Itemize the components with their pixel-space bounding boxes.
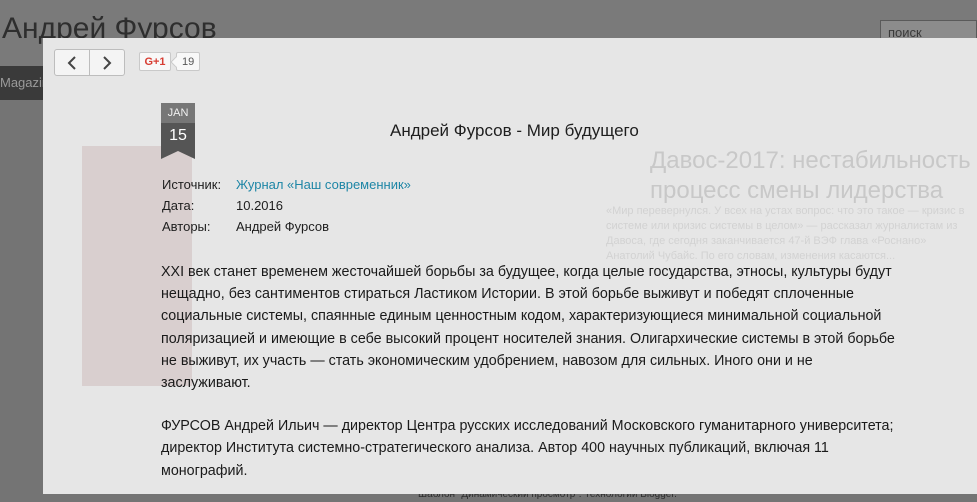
- post-popup: G+1 19 Давос-2017: нестабильность процес…: [43, 38, 977, 494]
- post-title: Андрей Фурсов - Мир будущего: [390, 121, 639, 140]
- meta-value: 10.2016: [236, 198, 283, 213]
- meta-value: Андрей Фурсов: [236, 219, 330, 234]
- meta-label: Авторы:: [162, 219, 211, 234]
- popup-toolbar: G+1 19: [43, 38, 977, 88]
- post-paragraph: XXI век станет временем жесточайшей борь…: [161, 264, 895, 392]
- post-paragraph: ФУРСОВ Андрей Ильич — директор Центра ру…: [161, 418, 894, 479]
- date-month: JAN: [161, 103, 195, 123]
- google-plus-button[interactable]: G+1: [139, 52, 171, 71]
- next-post-button[interactable]: [89, 49, 125, 76]
- meta-label: Источник:: [162, 177, 222, 192]
- chevron-right-icon: [103, 55, 112, 70]
- chevron-left-icon: [67, 55, 76, 70]
- post-body: XXI век станет временем жесточайшей борь…: [161, 261, 901, 502]
- date-badge: JAN 15: [161, 103, 195, 159]
- source-link[interactable]: Журнал «Наш современник»: [236, 177, 411, 192]
- meta-label: Дата:: [162, 198, 195, 213]
- previous-post-button[interactable]: [54, 49, 90, 76]
- date-day: 15: [161, 123, 195, 151]
- google-plus-count: 19: [176, 52, 201, 71]
- date-badge-tail: [161, 151, 195, 159]
- ghost-next-post-excerpt: «Мир перевернулся. У всех на устах вопро…: [606, 205, 965, 262]
- ghost-next-post-title: Давос-2017: нестабильность процесс смены…: [650, 147, 971, 204]
